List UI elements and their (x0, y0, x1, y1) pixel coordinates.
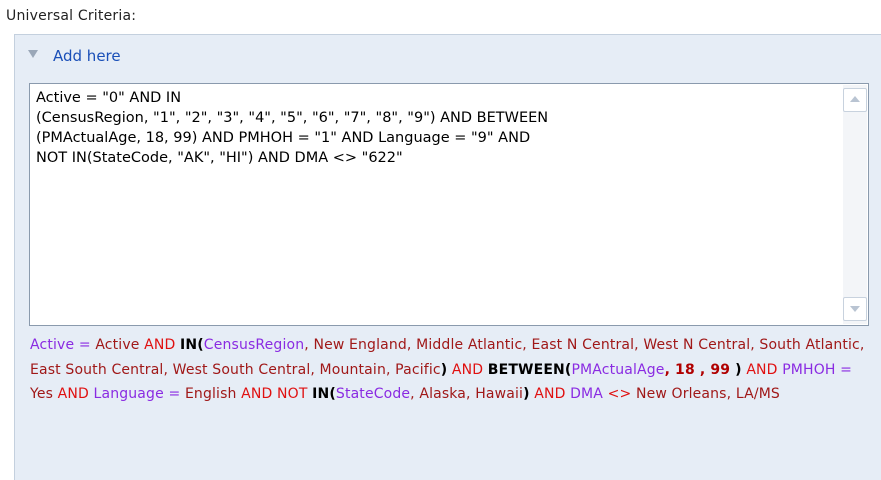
criteria-textarea[interactable]: Active = "0" AND IN (CensusRegion, "1", … (36, 88, 836, 320)
criteria-panel: Add here Active = "0" AND IN (CensusRegi… (14, 34, 881, 480)
criteria-description: Active = Active AND IN(CensusRegion, New… (30, 333, 876, 407)
desc-field: StateCode (335, 386, 411, 402)
desc-connector: AND NOT (236, 386, 313, 402)
desc-operator: = (835, 361, 853, 378)
desc-connector: AND (529, 386, 571, 402)
desc-value: Yes (30, 386, 54, 402)
add-here-toggle[interactable]: Add here (15, 35, 881, 75)
desc-field: PMActualAge (571, 361, 665, 378)
desc-operator: = (74, 337, 96, 353)
universal-criteria-heading: Universal Criteria: (6, 8, 137, 24)
desc-value: Active (95, 337, 140, 353)
desc-value: , Alaska, Hawaii (410, 386, 524, 402)
scroll-down-button[interactable] (843, 297, 867, 321)
textarea-scrollbar[interactable] (843, 85, 867, 324)
desc-value: English (184, 386, 237, 402)
desc-field: Active (30, 337, 75, 353)
scroll-up-arrow-icon (850, 96, 860, 102)
desc-connector: AND (741, 361, 783, 378)
desc-keyword: IN( (180, 337, 204, 353)
desc-field: PMHOH (782, 361, 836, 378)
desc-operator: = (163, 386, 185, 402)
add-here-link[interactable]: Add here (53, 47, 121, 65)
desc-connector: AND (139, 337, 181, 353)
desc-field: CensusRegion (203, 337, 305, 353)
desc-connector: AND (447, 361, 488, 378)
desc-field: DMA (570, 386, 603, 402)
desc-keyword: IN( (312, 386, 336, 402)
desc-value: , 18 , 99 (664, 361, 736, 378)
scroll-up-button[interactable] (843, 88, 867, 112)
desc-operator: <> (603, 386, 636, 402)
desc-value: New Orleans, LA/MS (635, 386, 780, 402)
desc-connector: AND (53, 386, 94, 402)
desc-keyword: BETWEEN( (487, 361, 572, 378)
criteria-textarea-container: Active = "0" AND IN (CensusRegion, "1", … (29, 83, 869, 326)
triangle-down-icon[interactable] (28, 50, 38, 58)
desc-field: Language (93, 386, 164, 402)
scroll-down-arrow-icon (850, 306, 860, 312)
